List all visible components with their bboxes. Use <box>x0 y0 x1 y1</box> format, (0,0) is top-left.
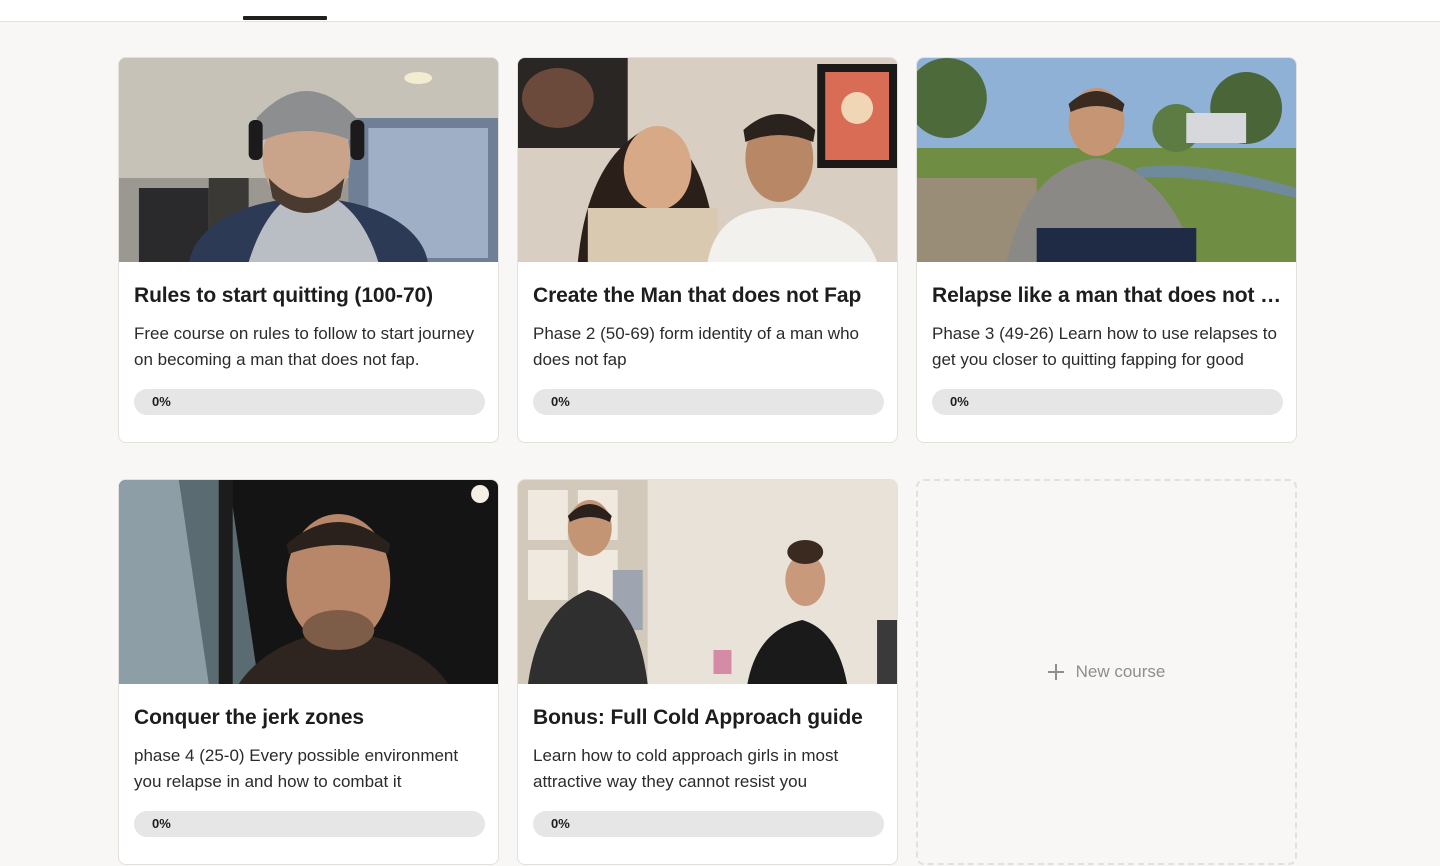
course-title: Conquer the jerk zones <box>134 706 365 729</box>
progress-bar: 0% <box>533 389 884 415</box>
new-course-label: New course <box>1075 662 1166 681</box>
progress-label: 0% <box>551 816 570 831</box>
course-title: Relapse like a man that does not f... <box>932 284 1282 307</box>
progress-bar: 0% <box>134 811 485 837</box>
plus-icon <box>1047 664 1064 680</box>
progress-label: 0% <box>152 816 171 831</box>
course-grid: Rules to start quitting (100-70) Free co… <box>118 57 1297 865</box>
course-thumbnail <box>518 480 897 684</box>
course-title: Rules to start quitting (100-70) <box>134 284 434 307</box>
course-card[interactable]: Create the Man that does not Fap Phase 2… <box>517 57 898 443</box>
progress-bar: 0% <box>932 389 1283 415</box>
course-description: phase 4 (25-0) Every possible environmen… <box>134 746 459 791</box>
progress-bar: 0% <box>134 389 485 415</box>
course-description: Free course on rules to follow to start … <box>134 324 475 369</box>
course-description: Phase 3 (49-26) Learn how to use relapse… <box>932 324 1277 369</box>
course-card[interactable]: Rules to start quitting (100-70) Free co… <box>118 57 499 443</box>
course-description: Phase 2 (50-69) form identity of a man w… <box>533 324 859 369</box>
new-course-content: New course <box>1047 662 1166 682</box>
course-thumbnail <box>917 58 1296 262</box>
new-course-button[interactable]: New course <box>916 479 1297 865</box>
course-title: Create the Man that does not Fap <box>533 284 862 307</box>
course-card[interactable]: Conquer the jerk zones phase 4 (25-0) Ev… <box>118 479 499 865</box>
progress-bar: 0% <box>533 811 884 837</box>
course-thumbnail <box>119 480 498 684</box>
active-tab-indicator <box>243 16 327 20</box>
course-thumbnail <box>518 58 897 262</box>
course-title: Bonus: Full Cold Approach guide <box>533 706 863 729</box>
course-card[interactable]: Relapse like a man that does not f... Ph… <box>916 57 1297 443</box>
course-card[interactable]: Bonus: Full Cold Approach guide Learn ho… <box>517 479 898 865</box>
progress-label: 0% <box>551 394 570 409</box>
course-thumbnail <box>119 58 498 262</box>
progress-label: 0% <box>152 394 171 409</box>
progress-label: 0% <box>950 394 969 409</box>
course-description: Learn how to cold approach girls in most… <box>533 746 839 791</box>
top-nav-bar <box>0 0 1440 22</box>
